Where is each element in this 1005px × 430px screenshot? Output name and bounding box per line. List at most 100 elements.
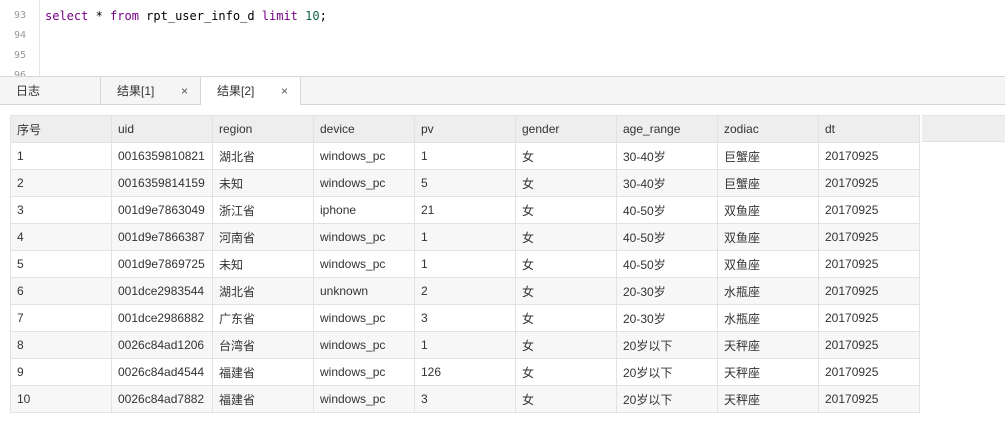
- table-cell[interactable]: 1: [414, 331, 516, 359]
- tab-log[interactable]: 日志: [0, 77, 101, 105]
- table-cell[interactable]: 未知: [212, 169, 314, 197]
- table-cell[interactable]: 天秤座: [717, 331, 819, 359]
- table-cell[interactable]: 2: [10, 169, 112, 197]
- column-header-device[interactable]: device: [313, 115, 415, 143]
- table-cell[interactable]: 福建省: [212, 385, 314, 413]
- table-cell[interactable]: 20岁以下: [616, 331, 718, 359]
- tab-result-2[interactable]: 结果[2] ×: [201, 77, 301, 106]
- table-cell[interactable]: 001dce2986882: [111, 304, 213, 332]
- table-cell[interactable]: 0026c84ad7882: [111, 385, 213, 413]
- table-cell[interactable]: 女: [515, 385, 617, 413]
- table-cell[interactable]: 30-40岁: [616, 142, 718, 170]
- table-cell[interactable]: 台湾省: [212, 331, 314, 359]
- table-cell[interactable]: 5: [10, 250, 112, 278]
- table-cell[interactable]: 福建省: [212, 358, 314, 386]
- table-row[interactable]: 2 0016359814159 未知 windows_pc 5 女 30-40岁 巨蟹座 201…: [10, 169, 920, 197]
- table-cell[interactable]: iphone: [313, 196, 415, 224]
- table-cell[interactable]: 20岁以下: [616, 358, 718, 386]
- tab-result-1[interactable]: 结果[1] ×: [101, 77, 201, 105]
- table-cell[interactable]: 巨蟹座: [717, 169, 819, 197]
- table-cell[interactable]: windows_pc: [313, 223, 415, 251]
- table-row[interactable]: 5 001d9e7869725 未知 windows_pc 1 女 40-50岁 双鱼座 201…: [10, 250, 920, 278]
- editor-line[interactable]: 93 select * from rpt_user_info_d limit 10…: [0, 6, 1005, 26]
- table-cell[interactable]: 001d9e7866387: [111, 223, 213, 251]
- table-cell[interactable]: 30-40岁: [616, 169, 718, 197]
- table-cell[interactable]: 20-30岁: [616, 277, 718, 305]
- table-cell[interactable]: 20170925: [818, 385, 920, 413]
- table-cell[interactable]: 0026c84ad1206: [111, 331, 213, 359]
- table-cell[interactable]: 2: [414, 277, 516, 305]
- editor-line[interactable]: 94: [0, 26, 1005, 46]
- table-cell[interactable]: windows_pc: [313, 358, 415, 386]
- table-cell[interactable]: windows_pc: [313, 385, 415, 413]
- table-row[interactable]: 9 0026c84ad4544 福建省 windows_pc 126 女 20岁以下 天秤座 2…: [10, 358, 920, 386]
- column-header-[interactable]: 序号: [10, 115, 112, 143]
- table-cell[interactable]: 1: [10, 142, 112, 170]
- table-cell[interactable]: 0016359814159: [111, 169, 213, 197]
- table-row[interactable]: 7 001dce2986882 广东省 windows_pc 3 女 20-30岁 水瓶座 20…: [10, 304, 920, 332]
- table-cell[interactable]: 3: [10, 196, 112, 224]
- table-cell[interactable]: 40-50岁: [616, 196, 718, 224]
- column-header-uid[interactable]: uid: [111, 115, 213, 143]
- table-cell[interactable]: 001d9e7869725: [111, 250, 213, 278]
- table-row[interactable]: 3 001d9e7863049 浙江省 iphone 21 女 40-50岁 双鱼座 20170…: [10, 196, 920, 224]
- table-cell[interactable]: 1: [414, 223, 516, 251]
- sql-editor[interactable]: 93 select * from rpt_user_info_d limit 10…: [0, 0, 1005, 76]
- table-cell[interactable]: 1: [414, 250, 516, 278]
- table-cell[interactable]: 20170925: [818, 358, 920, 386]
- table-cell[interactable]: 20170925: [818, 196, 920, 224]
- table-cell[interactable]: 0026c84ad4544: [111, 358, 213, 386]
- table-cell[interactable]: 女: [515, 358, 617, 386]
- table-cell[interactable]: 女: [515, 304, 617, 332]
- table-cell[interactable]: 4: [10, 223, 112, 251]
- table-cell[interactable]: 20170925: [818, 250, 920, 278]
- table-cell[interactable]: 女: [515, 142, 617, 170]
- table-cell[interactable]: 40-50岁: [616, 250, 718, 278]
- table-cell[interactable]: 5: [414, 169, 516, 197]
- table-cell[interactable]: 女: [515, 250, 617, 278]
- column-header-region[interactable]: region: [212, 115, 314, 143]
- table-cell[interactable]: 湖北省: [212, 142, 314, 170]
- table-cell[interactable]: 女: [515, 169, 617, 197]
- table-cell[interactable]: 001dce2983544: [111, 277, 213, 305]
- table-cell[interactable]: 20170925: [818, 142, 920, 170]
- table-cell[interactable]: unknown: [313, 277, 415, 305]
- table-cell[interactable]: 3: [414, 304, 516, 332]
- table-cell[interactable]: 20170925: [818, 223, 920, 251]
- table-row[interactable]: 10 0026c84ad7882 福建省 windows_pc 3 女 20岁以下 天秤座 20…: [10, 385, 920, 413]
- table-cell[interactable]: windows_pc: [313, 250, 415, 278]
- table-cell[interactable]: 水瓶座: [717, 304, 819, 332]
- close-icon[interactable]: ×: [181, 77, 188, 105]
- table-cell[interactable]: 20岁以下: [616, 385, 718, 413]
- code-text[interactable]: select * from rpt_user_info_d limit 10;: [45, 6, 327, 26]
- table-cell[interactable]: 20170925: [818, 331, 920, 359]
- table-cell[interactable]: windows_pc: [313, 304, 415, 332]
- table-cell[interactable]: 6: [10, 277, 112, 305]
- table-cell[interactable]: 天秤座: [717, 385, 819, 413]
- table-cell[interactable]: 天秤座: [717, 358, 819, 386]
- column-header-dt[interactable]: dt: [818, 115, 920, 143]
- table-cell[interactable]: 湖北省: [212, 277, 314, 305]
- table-cell[interactable]: 女: [515, 331, 617, 359]
- table-cell[interactable]: 20170925: [818, 304, 920, 332]
- table-cell[interactable]: 双鱼座: [717, 196, 819, 224]
- table-cell[interactable]: 1: [414, 142, 516, 170]
- table-cell[interactable]: 双鱼座: [717, 250, 819, 278]
- table-cell[interactable]: 001d9e7863049: [111, 196, 213, 224]
- table-cell[interactable]: 0016359810821: [111, 142, 213, 170]
- table-cell[interactable]: windows_pc: [313, 331, 415, 359]
- table-cell[interactable]: 巨蟹座: [717, 142, 819, 170]
- table-cell[interactable]: 10: [10, 385, 112, 413]
- table-row[interactable]: 8 0026c84ad1206 台湾省 windows_pc 1 女 20岁以下 天秤座 201…: [10, 331, 920, 359]
- table-cell[interactable]: 3: [414, 385, 516, 413]
- table-row[interactable]: 1 0016359810821 湖北省 windows_pc 1 女 30-40岁 巨蟹座 20…: [10, 142, 920, 170]
- table-cell[interactable]: windows_pc: [313, 142, 415, 170]
- table-cell[interactable]: 9: [10, 358, 112, 386]
- column-header-zodiac[interactable]: zodiac: [717, 115, 819, 143]
- table-row[interactable]: 6 001dce2983544 湖北省 unknown 2 女 20-30岁 水瓶座 20170…: [10, 277, 920, 305]
- table-cell[interactable]: 126: [414, 358, 516, 386]
- table-cell[interactable]: 21: [414, 196, 516, 224]
- table-cell[interactable]: 女: [515, 277, 617, 305]
- table-cell[interactable]: 浙江省: [212, 196, 314, 224]
- table-cell[interactable]: 双鱼座: [717, 223, 819, 251]
